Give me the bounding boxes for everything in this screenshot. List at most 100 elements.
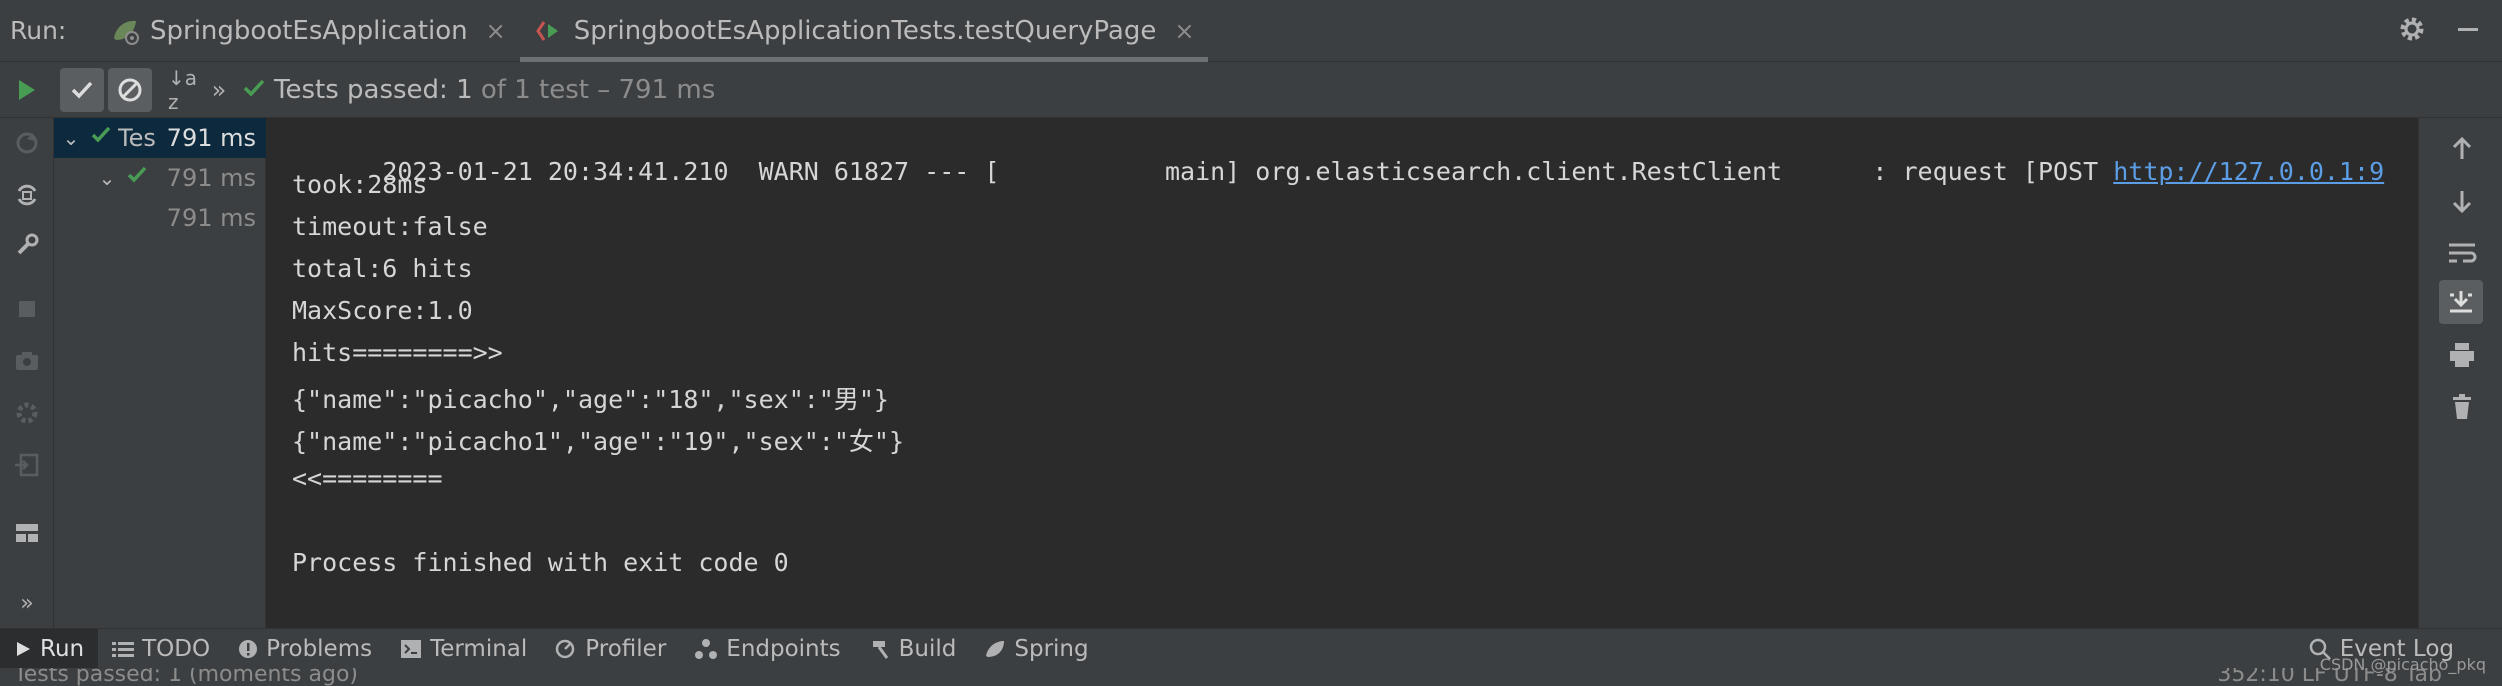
tool-window-label: Run [40,635,85,662]
show-ignored-toggle[interactable] [108,67,152,112]
tool-window-label: Build [898,635,957,662]
console-line: MaxScore:1.0 [292,296,473,325]
tool-window-label: Profiler [585,635,667,662]
check-icon [71,81,93,99]
tool-window-bar: Run TODO Problems Terminal Profiler Endp… [0,628,2502,669]
settings-debug-icon[interactable] [12,398,42,428]
chevron-double-right-icon[interactable]: » [12,588,42,618]
info-icon [239,639,258,658]
print-icon[interactable] [2445,338,2479,372]
console-line: {"name":"picacho1","age":"19","sex":"女"} [292,427,904,456]
import-tests-icon[interactable] [12,450,42,480]
close-icon[interactable]: × [486,17,506,45]
intellij-run-window: Run: SpringbootEsApplication × Springboo… [0,0,2502,686]
gear-icon[interactable] [2398,15,2426,47]
tab-label: SpringbootEsApplicationTests.testQueryPa… [573,15,1157,46]
sort-icon: ↓a z [168,65,198,114]
console-line: Process finished with exit code 0 [292,548,789,577]
tree-row-method[interactable]: 791 ms [54,198,266,238]
status-count: 1 [456,74,473,105]
tab-test-query-page[interactable]: SpringbootEsApplicationTests.testQueryPa… [519,0,1209,62]
ignore-icon [118,78,142,101]
console-log-line: 2023-01-21 20:34:41.210 WARN 61827 --- [… [292,128,2384,215]
camera-icon[interactable] [12,346,42,376]
test-run-icon [534,16,564,46]
tool-window-terminal[interactable]: Terminal [386,629,541,669]
watermark-text: CSDN @picacho_pkq [2319,655,2486,674]
arrow-up-icon[interactable] [2445,132,2479,166]
passed-check-icon [126,164,148,192]
chevron-double-right-icon: » [211,75,227,104]
tool-window-run[interactable]: Run [0,628,99,669]
rerun-button[interactable] [4,68,48,112]
spring-leaf-icon [986,640,1005,657]
soft-wrap-icon[interactable] [2445,236,2479,270]
terminal-icon [401,639,422,658]
console-output[interactable]: 2023-01-21 20:34:41.210 WARN 61827 --- [… [266,118,2418,628]
tool-window-label: Endpoints [726,635,841,662]
console-line: hits========>> [292,338,503,367]
right-action-strip [2418,118,2502,628]
tool-window-label: TODO [142,635,211,662]
tabbar-actions [2398,0,2502,62]
tool-window-build[interactable]: Build [855,629,971,669]
chevron-down-icon[interactable]: ⌄ [96,166,118,190]
status-bar: Tests passed: 1 (moments ago) 352:10 LF … [0,668,2502,686]
test-tree: ⌄ Tes 791 ms ⌄ 791 ms 791 ms [54,118,266,628]
spring-boot-icon [110,16,140,46]
tree-row-root[interactable]: ⌄ Tes 791 ms [54,118,266,158]
log-text: 2023-01-21 20:34:41.210 WARN 61827 --- [… [382,157,2114,186]
play-icon [17,641,30,656]
tree-row-name: Tes [118,124,156,152]
console-line: <<======== [292,464,443,493]
list-icon [112,641,135,657]
more-toolbar-button[interactable]: » [204,68,234,112]
console-line: total:6 hits [292,254,473,283]
profiler-icon [556,639,575,658]
status-prefix: Tests passed: [274,74,448,105]
status-rest: of 1 test – 791 ms [480,74,716,105]
tool-window-label: Problems [266,635,373,662]
tab-label: SpringbootEsApplication [150,15,468,46]
arrow-down-icon[interactable] [2445,184,2479,218]
console-line: {"name":"picacho","age":"18","sex":"男"} [292,385,889,414]
rerun-failed-icon[interactable] [12,128,42,158]
passed-check-icon [90,124,112,152]
wrench-icon[interactable] [12,230,42,260]
tool-window-spring[interactable]: Spring [970,629,1102,669]
toggle-auto-test-icon[interactable] [12,180,42,210]
console-line: took:28ms [292,170,428,199]
tool-window-profiler[interactable]: Profiler [541,629,680,669]
status-bar-message: Tests passed: 1 (moments ago) [14,668,358,686]
tool-window-label: Terminal [430,635,528,662]
console-line: timeout:false [292,212,488,241]
tree-row-time: 791 ms [166,164,256,192]
tool-window-problems[interactable]: Problems [224,629,386,669]
run-tab-bar: Run: SpringbootEsApplication × Springboo… [0,0,2502,62]
layout-icon[interactable] [12,518,42,548]
tree-row-time: 791 ms [166,204,256,232]
tree-row-class[interactable]: ⌄ 791 ms [54,158,266,198]
close-icon[interactable]: × [1174,17,1194,45]
tests-passed-check-icon [242,76,266,104]
test-toolbar: ↓a z » Tests passed: 1 of 1 test – 791 m… [0,62,2502,118]
tool-window-label: Spring [1014,635,1089,662]
endpoints-icon [695,638,718,659]
trash-icon[interactable] [2445,390,2479,424]
request-url-link[interactable]: http://127.0.0.1:9 [2113,157,2384,186]
sort-alphabetically-button[interactable]: ↓a z [168,65,204,114]
test-status-text: Tests passed: 1 of 1 test – 791 ms [274,75,715,105]
run-label: Run: [10,16,67,45]
play-icon [19,79,35,100]
chevron-down-icon[interactable]: ⌄ [60,126,82,150]
tree-row-time: 791 ms [166,124,256,152]
hammer-icon [872,640,888,659]
tool-window-todo[interactable]: TODO [98,629,224,669]
stop-icon[interactable] [12,294,42,324]
show-passed-toggle[interactable] [60,67,104,112]
tool-window-endpoints[interactable]: Endpoints [680,629,854,669]
left-action-strip: » [0,118,54,628]
scroll-to-end-icon[interactable] [2439,280,2483,324]
tab-springboot-es-application[interactable]: SpringbootEsApplication × [96,0,520,62]
minimize-icon[interactable] [2456,17,2480,45]
